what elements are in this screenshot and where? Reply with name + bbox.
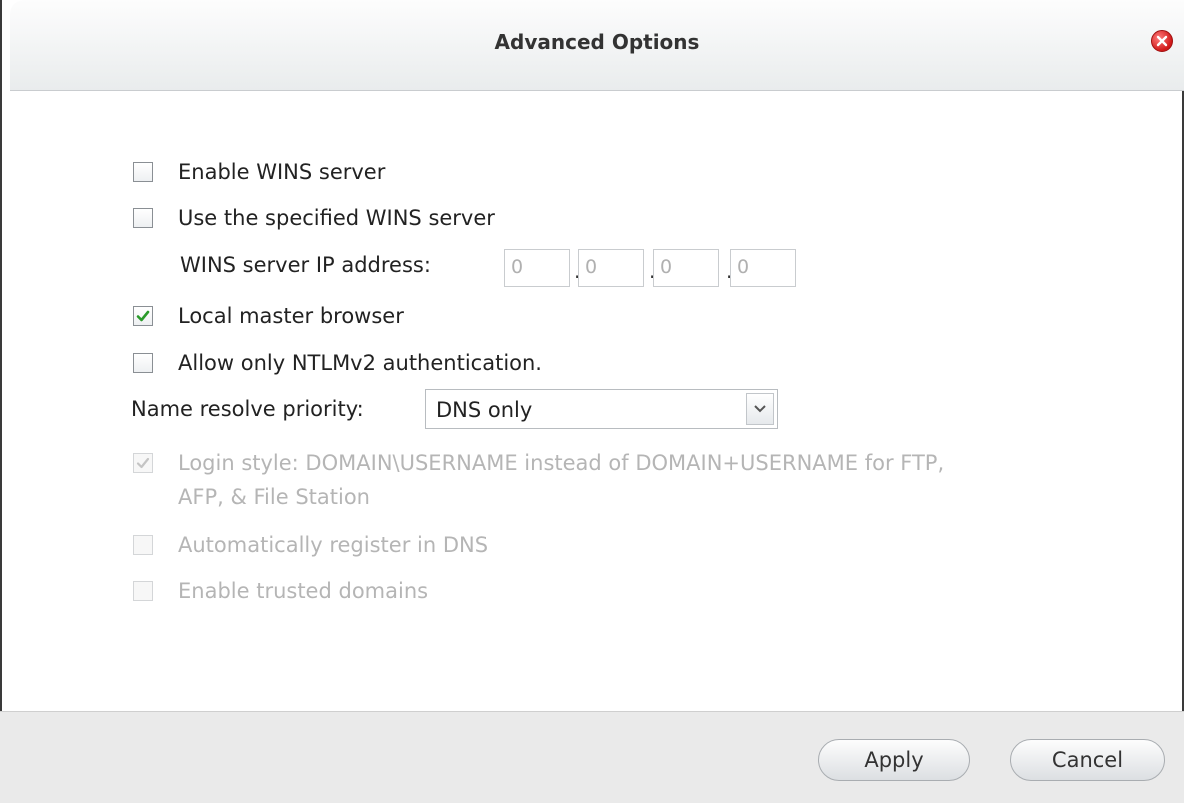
local-master-browser-label: Local master browser <box>178 304 404 328</box>
wins-ip-octet-3[interactable]: 0 <box>653 249 719 287</box>
name-resolve-priority-value: DNS only <box>436 398 533 422</box>
dialog-footer: Apply Cancel <box>0 711 1184 803</box>
login-style-label: Login style: DOMAIN\USERNAME instead of … <box>178 451 945 475</box>
enable-wins-label: Enable WINS server <box>178 160 386 184</box>
wins-ip-octet-1[interactable]: 0 <box>504 249 570 287</box>
dialog-titlebar: Advanced Options <box>10 0 1184 91</box>
login-style-checkbox <box>133 453 153 473</box>
name-resolve-priority-select[interactable]: DNS only <box>425 389 778 429</box>
use-specified-wins-row[interactable]: Use the specified WINS server <box>133 206 495 230</box>
ntlmv2-checkbox[interactable] <box>133 353 153 373</box>
login-style-row: Login style: DOMAIN\USERNAME instead of … <box>133 451 944 475</box>
wins-ip-octet-2[interactable]: 0 <box>578 249 644 287</box>
local-master-browser-checkbox[interactable] <box>133 306 153 326</box>
apply-button[interactable]: Apply <box>818 739 970 781</box>
cancel-button[interactable]: Cancel <box>1010 739 1165 781</box>
checkmark-icon <box>136 457 150 469</box>
use-specified-wins-checkbox[interactable] <box>133 208 153 228</box>
enable-wins-checkbox[interactable] <box>133 162 153 182</box>
checkmark-icon <box>136 310 150 322</box>
window-edge-left <box>0 0 2 802</box>
login-style-label-continued: AFP, & File Station <box>178 485 370 509</box>
dialog-title: Advanced Options <box>494 30 700 54</box>
name-resolve-priority-label: Name resolve priority: <box>131 397 364 421</box>
use-specified-wins-label: Use the specified WINS server <box>178 206 495 230</box>
auto-register-dns-label: Automatically register in DNS <box>178 533 489 557</box>
trusted-domains-label: Enable trusted domains <box>178 579 429 603</box>
auto-register-dns-row: Automatically register in DNS <box>133 533 488 557</box>
enable-wins-row[interactable]: Enable WINS server <box>133 160 385 184</box>
wins-ip-octet-4[interactable]: 0 <box>730 249 796 287</box>
trusted-domains-row: Enable trusted domains <box>133 579 428 603</box>
trusted-domains-checkbox <box>133 581 153 601</box>
wins-ip-label: WINS server IP address: <box>180 253 431 277</box>
close-icon[interactable] <box>1151 30 1173 52</box>
local-master-browser-row[interactable]: Local master browser <box>133 304 404 328</box>
ntlmv2-row[interactable]: Allow only NTLMv2 authentication. <box>133 351 542 375</box>
auto-register-dns-checkbox <box>133 535 153 555</box>
chevron-down-icon[interactable] <box>746 393 774 425</box>
ntlmv2-label: Allow only NTLMv2 authentication. <box>178 351 542 375</box>
advanced-options-dialog: Advanced Options Enable WINS server Use … <box>0 0 1184 803</box>
